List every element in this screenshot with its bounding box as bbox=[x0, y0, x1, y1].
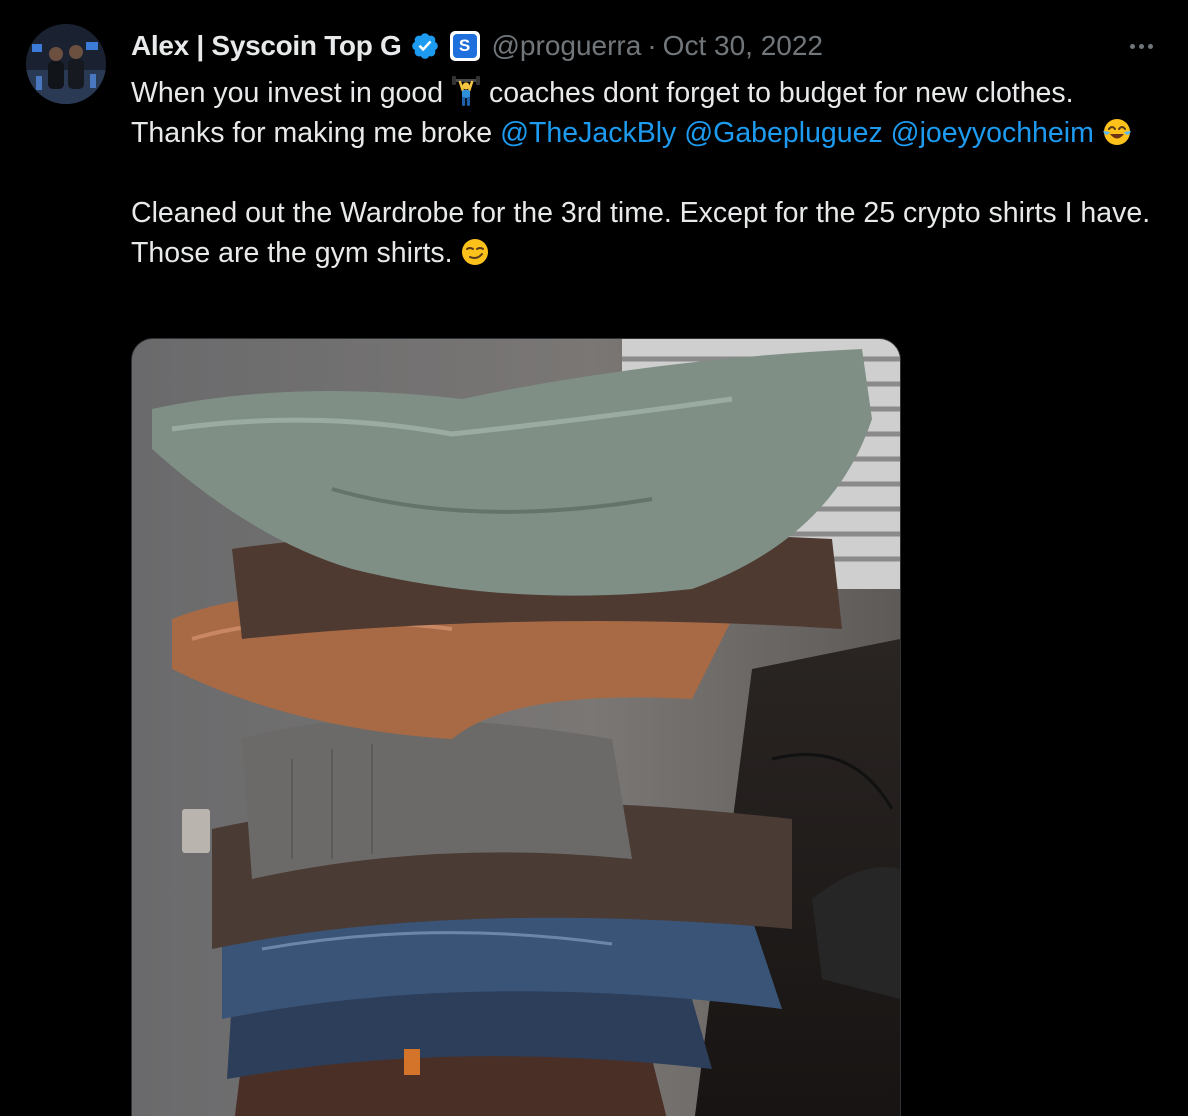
photo-stack-of-clothes bbox=[132, 339, 900, 1116]
avatar[interactable] bbox=[26, 24, 106, 104]
mention-link[interactable]: @Gabepluguez bbox=[684, 117, 882, 149]
smirking-face-emoji-icon bbox=[460, 236, 490, 268]
mention-link[interactable]: @joeyyochheim bbox=[891, 117, 1094, 149]
affiliate-badge-letter: S bbox=[452, 34, 477, 58]
tweet-text: When you invest in good coaches dont for… bbox=[131, 73, 1171, 273]
tweet-paragraph-1: When you invest in good coaches dont for… bbox=[131, 73, 1171, 153]
tweet-header: Alex | Syscoin Top G S @proguerra · Oct … bbox=[131, 26, 823, 66]
tweet-text-part: Cleaned out the Wardrobe for the 3rd tim… bbox=[131, 197, 1151, 269]
tweet-photo[interactable] bbox=[131, 338, 901, 1116]
separator: · bbox=[647, 30, 657, 61]
tweet-text-part: When you invest in good bbox=[131, 77, 452, 109]
weightlifter-emoji-icon bbox=[451, 76, 481, 108]
tweet: Alex | Syscoin Top G S @proguerra · Oct … bbox=[0, 0, 1188, 1116]
affiliate-badge-icon[interactable]: S bbox=[449, 31, 480, 61]
timestamp[interactable]: Oct 30, 2022 bbox=[663, 30, 823, 62]
tears-of-joy-emoji-icon bbox=[1102, 116, 1132, 148]
tweet-paragraph-2: Cleaned out the Wardrobe for the 3rd tim… bbox=[131, 193, 1171, 273]
more-options-icon[interactable] bbox=[1121, 30, 1161, 62]
mention-link[interactable]: @TheJackBly bbox=[500, 117, 676, 149]
verified-badge-icon[interactable] bbox=[410, 31, 440, 61]
handle[interactable]: @proguerra bbox=[492, 30, 642, 62]
display-name[interactable]: Alex | Syscoin Top G bbox=[131, 30, 402, 62]
